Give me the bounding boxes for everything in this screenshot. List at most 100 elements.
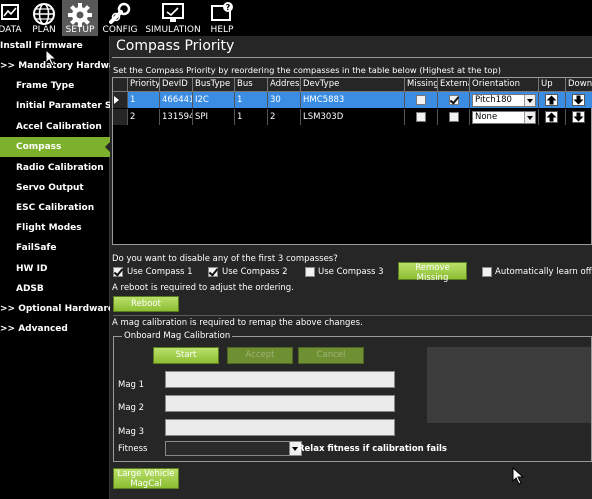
sidebar-item-initial-parameter-setup[interactable]: Initial Paramater Setup bbox=[0, 96, 110, 116]
data-icon bbox=[1, 4, 19, 20]
toolbar-label: SIMULATION bbox=[145, 25, 201, 35]
mag-3-label: Mag 3 bbox=[118, 427, 145, 437]
cell-missing bbox=[405, 109, 438, 125]
mag-2-progress-bar bbox=[165, 395, 395, 412]
column-header-bus[interactable]: Bus bbox=[235, 78, 268, 92]
sidebar-item-radio-calibration[interactable]: Radio Calibration bbox=[0, 158, 110, 178]
monitor-icon bbox=[162, 3, 184, 22]
column-header-devid[interactable]: DevID bbox=[160, 78, 193, 92]
section-divider bbox=[113, 315, 592, 316]
toolbar-help-button[interactable]: ? HELP bbox=[204, 0, 240, 36]
arrow-down-icon bbox=[573, 95, 584, 105]
use-compass-1-label[interactable]: Use Compass 1 bbox=[127, 267, 193, 277]
column-header-orientation[interactable]: Orientation bbox=[470, 78, 539, 92]
svg-text:?: ? bbox=[226, 3, 231, 12]
remove-missing-button[interactable]: Remove Missing bbox=[398, 262, 467, 283]
use-compass-2-checkbox[interactable] bbox=[208, 267, 218, 277]
cell-devid[interactable]: 466441 bbox=[160, 92, 193, 108]
cell-down bbox=[566, 109, 592, 125]
use-compass-2-label[interactable]: Use Compass 2 bbox=[222, 267, 288, 277]
toolbar-plan-button[interactable]: PLAN bbox=[28, 0, 60, 36]
table-row[interactable]: 2 131594 SPI 1 2 LSM303D None bbox=[113, 109, 592, 125]
move-up-button[interactable] bbox=[545, 111, 558, 123]
sidebar-item-accel-calibration[interactable]: Accel Calibration bbox=[0, 117, 110, 137]
mag-calibration-status-panel bbox=[427, 347, 591, 423]
toolbar-simulation-button[interactable]: SIMULATION bbox=[142, 0, 204, 36]
move-down-button[interactable] bbox=[572, 111, 585, 123]
toolbar-setup-button[interactable]: SETUP bbox=[62, 0, 98, 36]
external-checkbox[interactable] bbox=[449, 95, 459, 105]
missing-checkbox[interactable] bbox=[416, 112, 426, 122]
help-icon: ? bbox=[211, 2, 233, 21]
sidebar-item-failsafe[interactable]: FailSafe bbox=[0, 238, 110, 258]
sidebar-item-flight-modes[interactable]: Flight Modes bbox=[0, 218, 110, 238]
column-header-bustype[interactable]: BusType bbox=[193, 78, 235, 92]
cell-devtype[interactable]: HMC5883 bbox=[301, 92, 405, 108]
sidebar-item-advanced[interactable]: >> Advanced bbox=[0, 319, 110, 339]
onboard-mag-calibration-title: Onboard Mag Calibration bbox=[122, 331, 233, 341]
cell-address[interactable]: 2 bbox=[268, 109, 301, 125]
orientation-select[interactable]: None bbox=[472, 111, 536, 124]
large-vehicle-magcal-button[interactable]: Large Vehicle MagCal bbox=[113, 468, 179, 489]
orientation-select[interactable]: Pitch180 bbox=[472, 94, 536, 107]
use-compass-3-label[interactable]: Use Compass 3 bbox=[318, 267, 384, 277]
page-title: Compass Priority bbox=[116, 38, 235, 54]
row-header-corner bbox=[113, 78, 128, 92]
column-header-down[interactable]: Down bbox=[566, 78, 592, 92]
arrow-down-icon bbox=[573, 112, 584, 122]
sidebar-item-compass[interactable]: Compass bbox=[0, 137, 110, 157]
toolbar-config-button[interactable]: CONFIG bbox=[100, 0, 140, 36]
row-header[interactable] bbox=[113, 92, 128, 108]
chevron-down-icon bbox=[524, 112, 535, 123]
use-compass-1-checkbox[interactable] bbox=[113, 267, 123, 277]
external-checkbox[interactable] bbox=[449, 112, 459, 122]
move-up-button[interactable] bbox=[545, 94, 558, 106]
column-header-priority[interactable]: Priority bbox=[128, 78, 160, 92]
cell-up bbox=[539, 92, 566, 108]
fitness-label: Fitness bbox=[118, 444, 148, 454]
cell-bustype[interactable]: I2C bbox=[193, 92, 235, 108]
toolbar-label: SETUP bbox=[65, 25, 95, 35]
column-header-devtype[interactable]: DevType bbox=[301, 78, 405, 92]
cell-external bbox=[438, 92, 470, 108]
sidebar-item-frame-type[interactable]: Frame Type bbox=[0, 76, 110, 96]
cell-bus[interactable]: 1 bbox=[235, 92, 268, 108]
sidebar-item-servo-output[interactable]: Servo Output bbox=[0, 178, 110, 198]
sidebar-item-adsb[interactable]: ADSB bbox=[0, 279, 110, 299]
auto-learn-offsets-label[interactable]: Automatically learn offsets bbox=[495, 267, 592, 277]
table-row[interactable]: 1 466441 I2C 1 30 HMC5883 Pitch180 bbox=[113, 92, 592, 108]
sidebar-item-esc-calibration[interactable]: ESC Calibration bbox=[0, 198, 110, 218]
toolbar-data-button[interactable]: DATA bbox=[0, 0, 28, 36]
cell-devid[interactable]: 131594 bbox=[160, 109, 193, 125]
sidebar-item-optional-hardware[interactable]: >> Optional Hardware bbox=[0, 299, 110, 319]
cell-priority[interactable]: 1 bbox=[128, 92, 160, 108]
start-button[interactable]: Start bbox=[153, 347, 219, 364]
cell-external bbox=[438, 109, 470, 125]
accept-button[interactable]: Accept bbox=[227, 347, 293, 364]
cell-devtype[interactable]: LSM303D bbox=[301, 109, 405, 125]
cell-address[interactable]: 30 bbox=[268, 92, 301, 108]
row-header[interactable] bbox=[113, 109, 128, 125]
fitness-select[interactable] bbox=[165, 441, 302, 456]
cell-bustype[interactable]: SPI bbox=[193, 109, 235, 125]
mag-1-label: Mag 1 bbox=[118, 380, 145, 390]
cell-priority[interactable]: 2 bbox=[128, 109, 160, 125]
column-header-missing[interactable]: Missing bbox=[405, 78, 438, 92]
reboot-notice: A reboot is required to adjust the order… bbox=[112, 283, 294, 293]
use-compass-3-checkbox[interactable] bbox=[305, 267, 315, 277]
column-header-external[interactable]: External bbox=[438, 78, 470, 92]
toolbar-label: DATA bbox=[0, 25, 22, 35]
cell-down bbox=[566, 92, 592, 108]
cell-orientation: None bbox=[470, 109, 539, 125]
orientation-value: None bbox=[475, 112, 498, 122]
reboot-button[interactable]: Reboot bbox=[113, 296, 179, 312]
cancel-button[interactable]: Cancel bbox=[298, 347, 364, 364]
cell-bus[interactable]: 1 bbox=[235, 109, 268, 125]
priority-instructions: Set the Compass Priority by reordering t… bbox=[113, 65, 502, 75]
auto-learn-offsets-checkbox[interactable] bbox=[482, 267, 492, 277]
missing-checkbox[interactable] bbox=[416, 95, 426, 105]
column-header-address[interactable]: Address bbox=[268, 78, 301, 92]
column-header-up[interactable]: Up bbox=[539, 78, 566, 92]
move-down-button[interactable] bbox=[572, 94, 585, 106]
sidebar-item-hw-id[interactable]: HW ID bbox=[0, 259, 110, 279]
